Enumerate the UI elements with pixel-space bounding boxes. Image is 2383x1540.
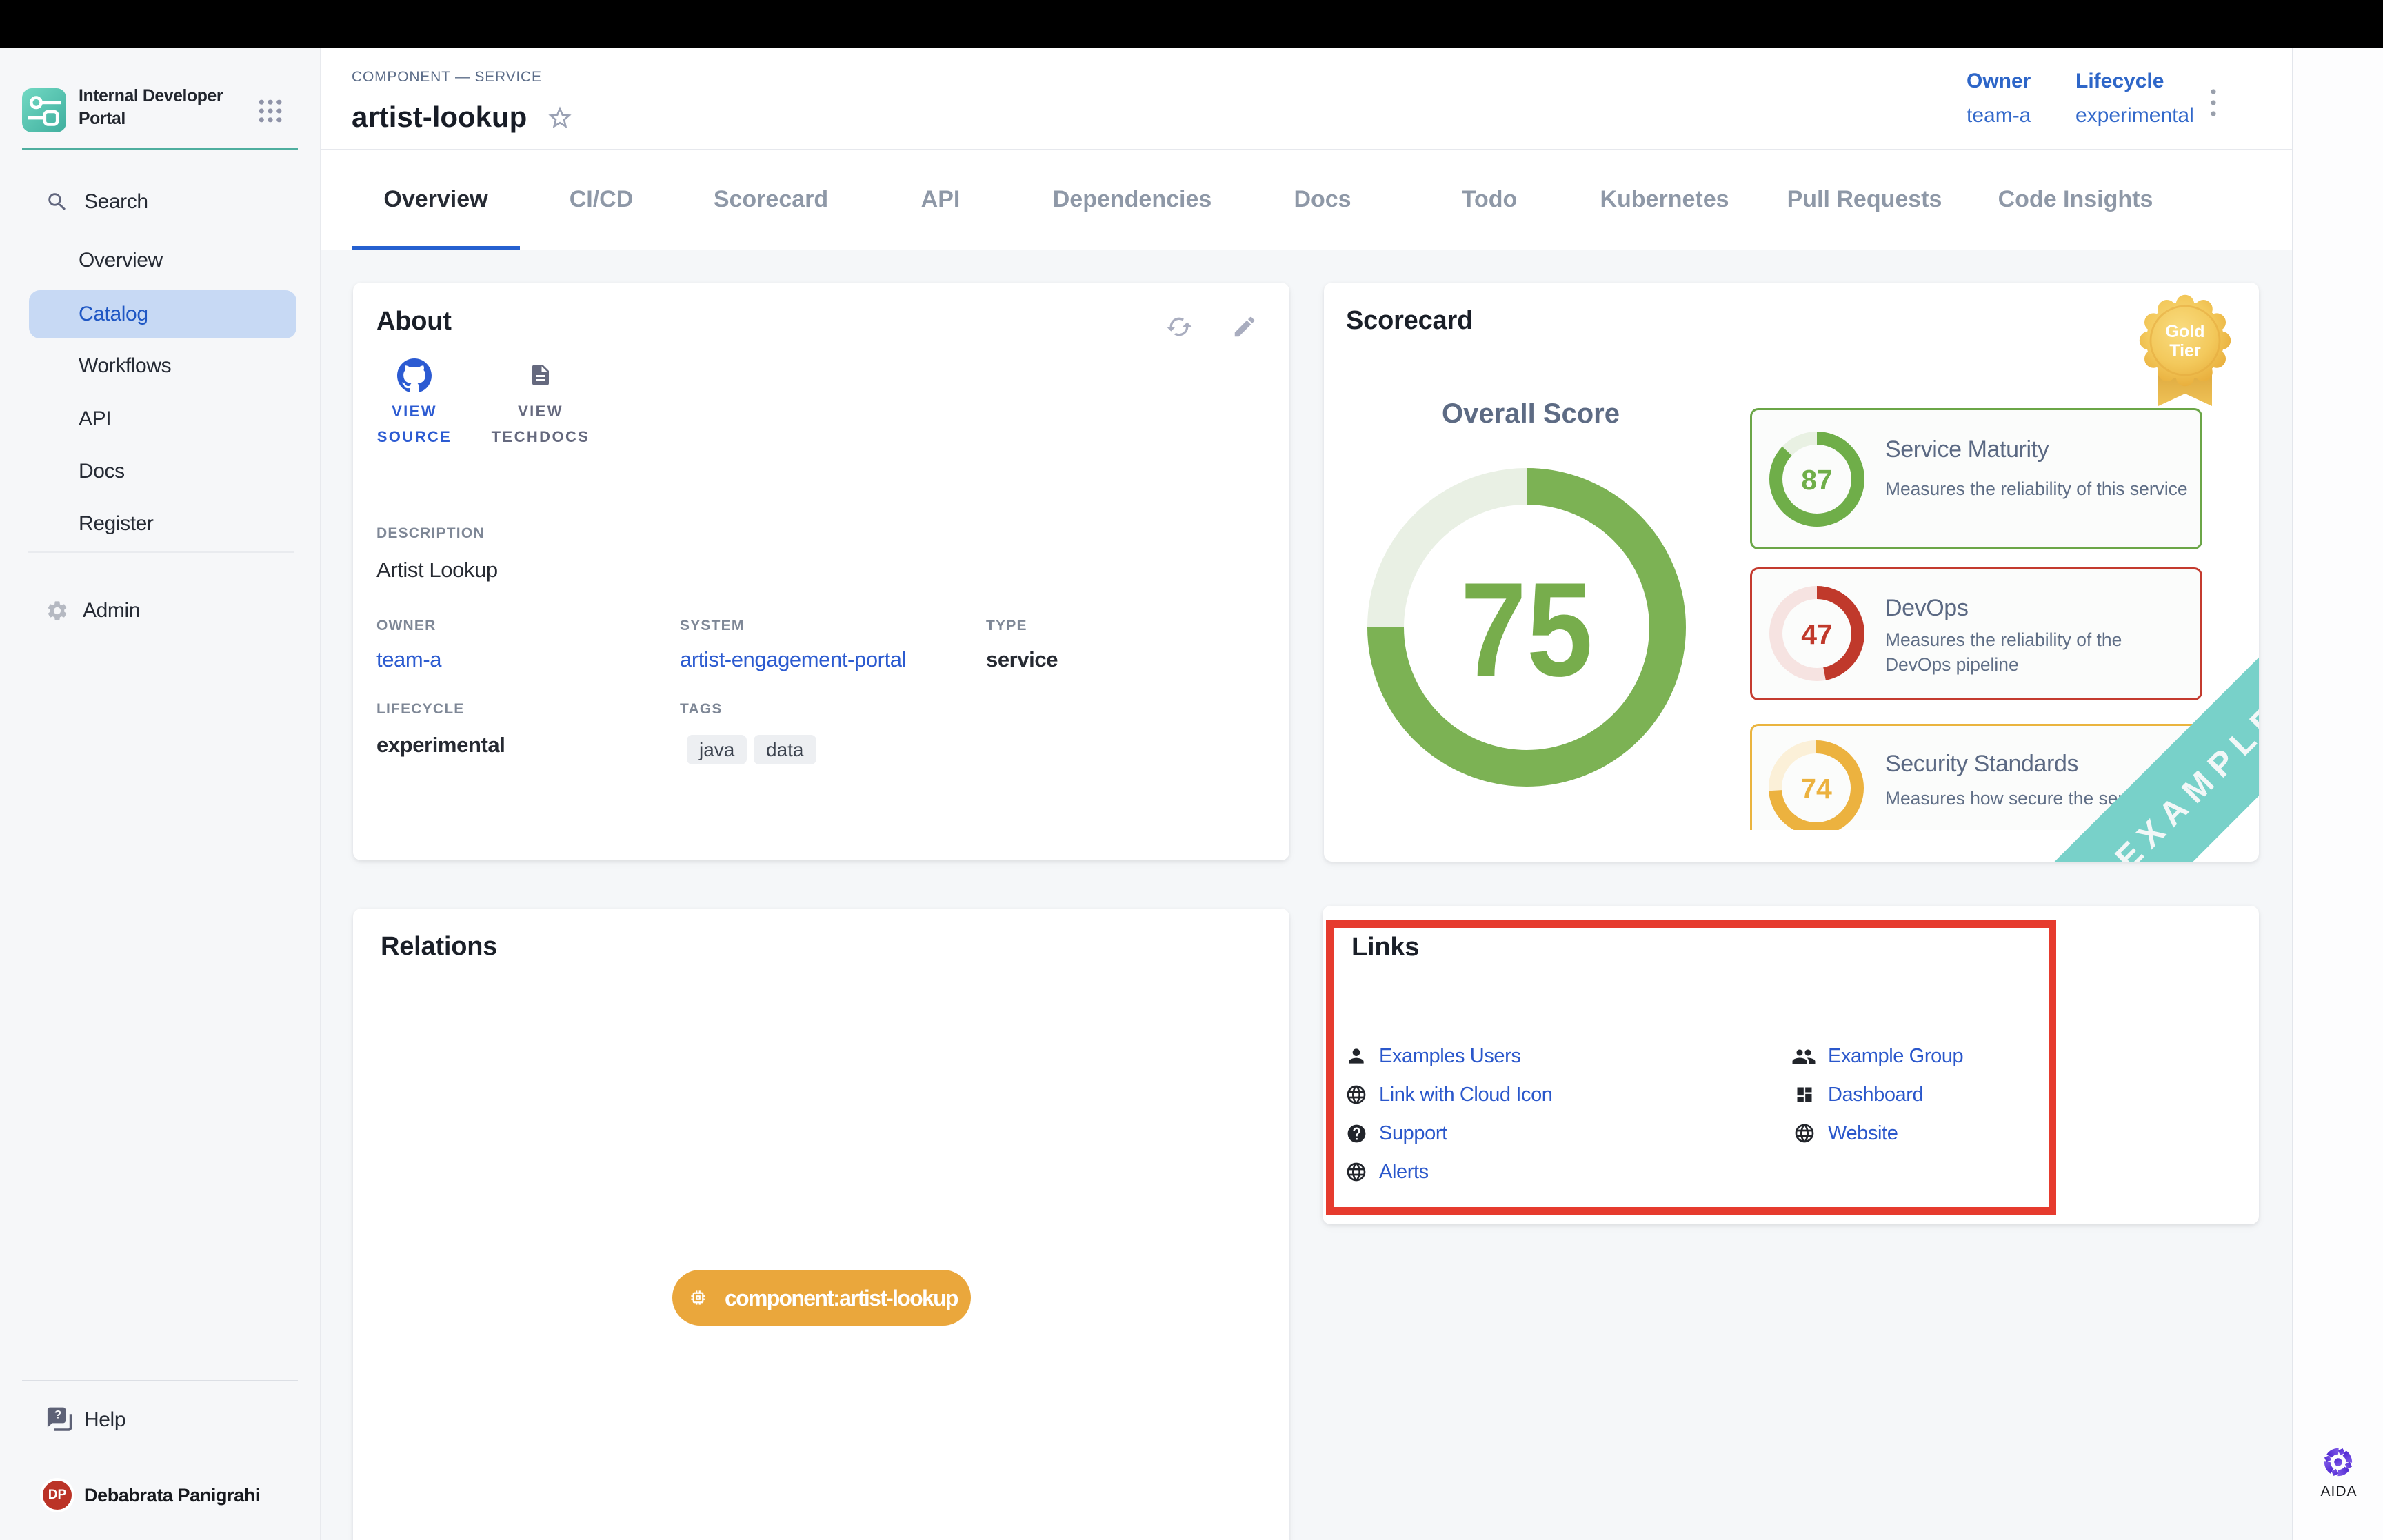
- svg-text:Gold: Gold: [2166, 322, 2205, 341]
- svg-text:Tier: Tier: [2169, 341, 2201, 361]
- svg-text:47: 47: [1801, 618, 1833, 650]
- svg-text:75: 75: [1460, 555, 1593, 705]
- svg-text:?: ?: [54, 1408, 61, 1421]
- svg-text:74: 74: [1800, 773, 1832, 804]
- svg-text:87: 87: [1801, 464, 1833, 496]
